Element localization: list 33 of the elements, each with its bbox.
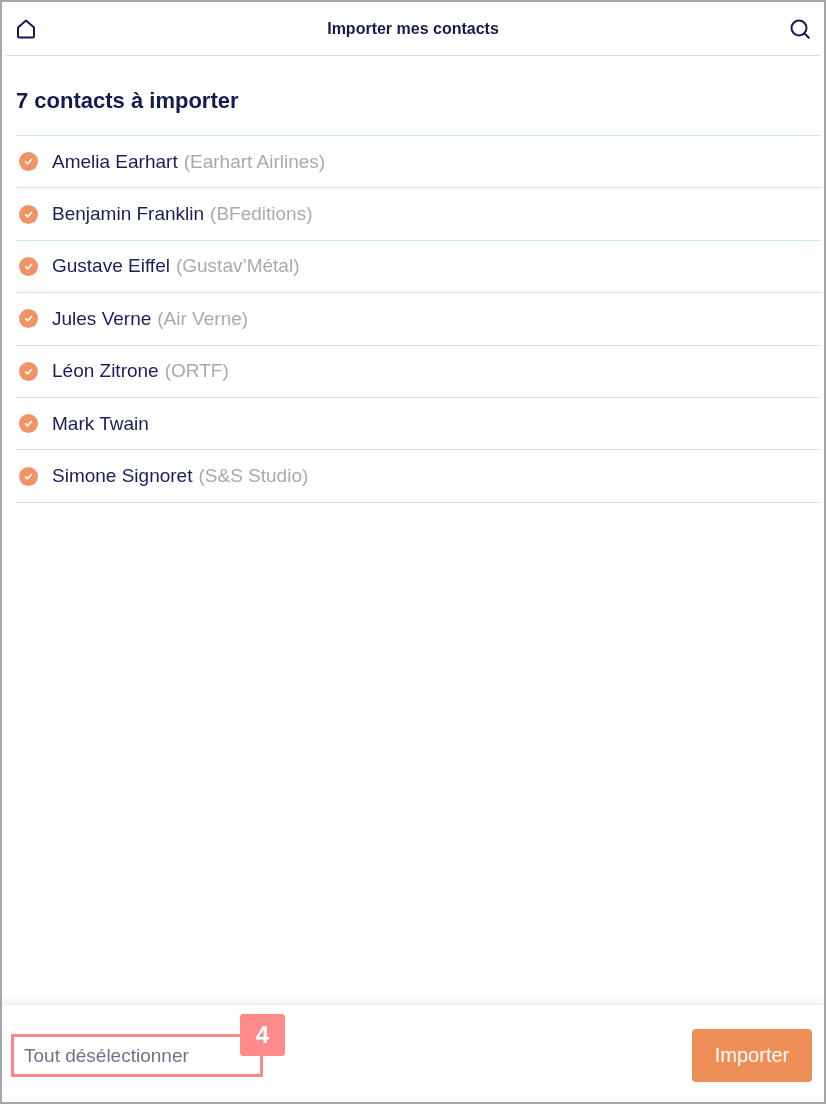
company-name: (Gustav’Métal) (175, 255, 300, 278)
contact-row[interactable]: Jules Verne (Air Verne) (16, 293, 820, 346)
contact-row[interactable]: Gustave Eiffel (Gustav’Métal) (16, 240, 820, 294)
contact-name: Amelia Earhart (52, 150, 178, 173)
company-name: (BFeditions) (210, 203, 313, 226)
deselect-all-button[interactable]: Tout désélectionner (14, 1044, 189, 1067)
checked-circle-icon[interactable] (19, 152, 38, 172)
contact-row[interactable]: Simone Signoret (S&S Studio) (16, 450, 820, 503)
company-name: (Earhart Airlines) (183, 150, 326, 173)
contact-name: Simone Signoret (52, 465, 193, 488)
contact-name: Jules Verne (52, 307, 152, 330)
contacts-count-heading: 7 contacts à importer (16, 88, 240, 115)
company-name: (S&S Studio) (198, 465, 309, 488)
company-name: (Air Verne) (157, 307, 249, 330)
contact-name: Léon Zitrone (52, 360, 159, 383)
contact-name: Benjamin Franklin (52, 203, 205, 226)
contact-row[interactable]: Amelia Earhart (Earhart Airlines) (16, 136, 820, 189)
screen-title: Importer mes contacts (327, 19, 499, 38)
contact-row[interactable]: Léon Zitrone (ORTF) (16, 345, 820, 398)
contact-name: Gustave Eiffel (52, 255, 170, 278)
checked-circle-icon[interactable] (19, 309, 38, 329)
search-icon[interactable] (790, 18, 810, 39)
company-name: (ORTF) (164, 360, 229, 383)
callout-badge: 4 (240, 1014, 285, 1056)
checked-circle-icon[interactable] (19, 204, 38, 224)
checked-circle-icon[interactable] (19, 466, 38, 486)
home-icon[interactable] (16, 18, 36, 39)
checked-circle-icon[interactable] (19, 256, 38, 276)
contact-row[interactable]: Benjamin Franklin (BFeditions) (16, 188, 820, 241)
contact-name: Mark Twain (52, 412, 149, 435)
checked-circle-icon[interactable] (19, 361, 38, 381)
contact-row[interactable]: Mark Twain (16, 397, 820, 451)
checked-circle-icon[interactable] (19, 414, 38, 434)
